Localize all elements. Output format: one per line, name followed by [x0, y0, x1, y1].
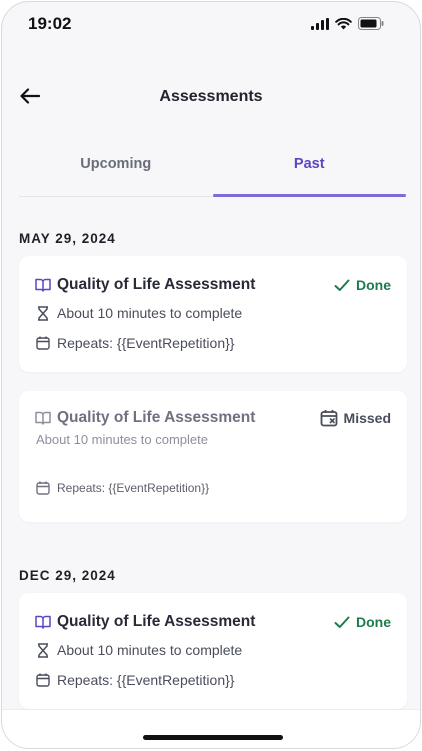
calendar-icon: [35, 335, 51, 351]
page-title: Assessments: [159, 88, 263, 105]
card-title: Quality of Life Assessment: [57, 409, 256, 426]
status-missed: Missed: [320, 409, 391, 427]
card-repeats: Repeats: {{EventRepetition}}: [57, 672, 235, 688]
assessment-card[interactable]: Quality of Life Assessment Done About 10…: [19, 256, 407, 372]
status-label: Missed: [343, 410, 391, 426]
calendar-missed-icon: [320, 410, 337, 427]
assessment-card[interactable]: Quality of Life Assessment Done About 10…: [19, 593, 407, 709]
book-icon: [35, 614, 51, 630]
status-bar: 19:02: [2, 2, 420, 46]
book-icon: [35, 277, 51, 293]
status-label: Done: [356, 614, 391, 630]
status-done: Done: [334, 277, 391, 293]
status-label: Done: [356, 277, 391, 293]
calendar-icon: [35, 480, 51, 496]
bottom-bar: [2, 709, 420, 748]
card-title: Quality of Life Assessment: [57, 276, 256, 293]
card-repeats: Repeats: {{EventRepetition}}: [57, 335, 235, 351]
card-duration: About 10 minutes to complete: [36, 432, 208, 447]
home-indicator[interactable]: [143, 735, 283, 740]
status-time: 19:02: [28, 14, 72, 33]
phone-frame: 19:02 Assessments Upcoming Past MAY 29, …: [1, 1, 421, 749]
hourglass-icon: [35, 305, 51, 321]
card-title: Quality of Life Assessment: [57, 613, 256, 630]
tab-bar: Upcoming Past: [19, 142, 406, 197]
signal-icon: [311, 17, 329, 30]
status-icons: [311, 17, 384, 30]
section-date: DEC 29, 2024: [19, 568, 116, 583]
tab-past[interactable]: Past: [212, 142, 407, 197]
assessment-card[interactable]: Quality of Life Assessment Missed About …: [19, 391, 407, 522]
status-done: Done: [334, 614, 391, 630]
calendar-icon: [35, 672, 51, 688]
hourglass-icon: [35, 642, 51, 658]
card-duration: About 10 minutes to complete: [57, 642, 243, 658]
section-date: MAY 29, 2024: [19, 231, 116, 246]
book-icon: [35, 410, 51, 426]
header: Assessments: [2, 72, 420, 122]
check-icon: [334, 616, 350, 628]
battery-icon: [358, 17, 384, 30]
wifi-icon: [335, 17, 352, 29]
card-repeats: Repeats: {{EventRepetition}}: [57, 481, 210, 495]
card-duration: About 10 minutes to complete: [57, 305, 243, 321]
tab-upcoming[interactable]: Upcoming: [19, 142, 213, 196]
check-icon: [334, 279, 350, 291]
